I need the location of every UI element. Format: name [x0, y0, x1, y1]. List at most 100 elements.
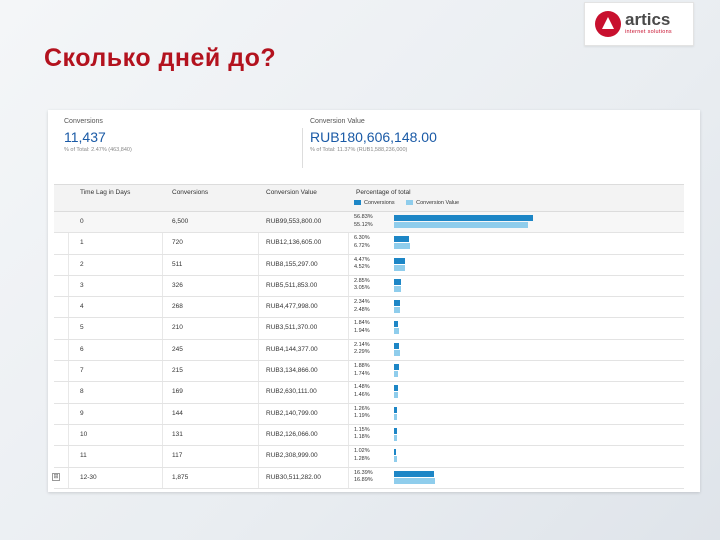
- legend-swatch-conversions: [354, 200, 361, 206]
- cell-conversions: 144: [172, 409, 183, 417]
- table-row[interactable]: 11 117 RUB2,308,999.00 1.02% 1.28%: [54, 446, 684, 468]
- table-row[interactable]: 10 131 RUB2,126,066.00 1.15% 1.18%: [54, 425, 684, 447]
- table-row[interactable]: 1 720 RUB12,136,605.00 6.30% 6.72%: [54, 233, 684, 255]
- cell-conversions: 268: [172, 303, 183, 311]
- header-time-lag[interactable]: Time Lag in Days: [80, 189, 130, 196]
- bar-conversion-value: [394, 456, 398, 463]
- conversions-title: Conversions: [64, 118, 103, 125]
- bar-conversions: [394, 364, 399, 371]
- pct-conversion-value: 1.19%: [354, 413, 370, 420]
- cell-conversions: 1,875: [172, 473, 189, 481]
- table-header: Time Lag in Days Conversions Conversion …: [54, 184, 684, 212]
- conversion-value-subtext: % of Total: 11.37% (RUB1,588,236,000): [310, 147, 408, 153]
- summary-scorecards: Conversions 11,437 % of Total: 2.47% (46…: [48, 110, 700, 178]
- conversion-value-title: Conversion Value: [310, 118, 365, 125]
- cell-time-lag: 4: [80, 303, 84, 311]
- header-percentage[interactable]: Percentage of total: [356, 189, 411, 196]
- cell-time-lag: 1: [80, 239, 84, 247]
- cell-time-lag: 7: [80, 367, 84, 375]
- conversions-value: 11,437: [64, 129, 106, 145]
- bar-conversion-value: [394, 477, 436, 484]
- cell-time-lag: 6: [80, 345, 84, 353]
- cell-percentages: 1.15% 1.18%: [354, 427, 370, 442]
- cell-time-lag: 11: [80, 452, 87, 460]
- table-row[interactable]: 8 169 RUB2,630,111.00 1.48% 1.46%: [54, 382, 684, 404]
- bar-conversion-value: [394, 413, 397, 420]
- pct-conversion-value: 4.52%: [354, 264, 370, 271]
- cell-percentages: 4.47% 4.52%: [354, 257, 370, 272]
- logo-name: artics: [625, 10, 671, 29]
- bar-conversion-value: [394, 349, 400, 356]
- cell-percentages: 1.48% 1.46%: [354, 384, 370, 399]
- cell-percentages: 1.88% 1.74%: [354, 363, 370, 378]
- cell-time-lag: 9: [80, 409, 84, 417]
- pct-conversions: 2.14%: [354, 341, 370, 348]
- bar-conversion-value: [394, 392, 398, 399]
- table-row[interactable]: ⊞ 12-30 1,875 RUB30,511,282.00 16.39% 16.89%: [52, 468, 684, 489]
- pct-conversion-value: 55.12%: [354, 221, 373, 228]
- pct-conversions: 2.85%: [354, 277, 370, 284]
- cell-conversion-value: RUB3,511,370.00: [266, 324, 318, 332]
- cell-conversion-value: RUB2,630,111.00: [266, 388, 317, 396]
- table-row[interactable]: 5 210 RUB3,511,370.00 1.84% 1.94%: [54, 318, 684, 340]
- cell-conversions: 215: [172, 367, 183, 375]
- bar-conversion-value: [394, 285, 402, 292]
- table-row[interactable]: 0 6,500 RUB99,553,800.00 56.83% 55.12%: [54, 212, 684, 234]
- pct-conversion-value: 1.18%: [354, 434, 370, 441]
- cell-conversions: 326: [172, 281, 183, 289]
- cell-percentages: 1.84% 1.94%: [354, 320, 370, 335]
- cell-conversion-value: RUB30,511,282.00: [266, 473, 321, 481]
- bar-conversions: [394, 342, 400, 349]
- pct-conversion-value: 1.46%: [354, 391, 370, 398]
- cell-percentages: 1.26% 1.19%: [354, 406, 370, 421]
- pct-conversions: 1.84%: [354, 320, 370, 327]
- cell-conversion-value: RUB99,553,800.00: [266, 218, 322, 225]
- bar-conversions: [394, 427, 397, 434]
- cell-conversions: 210: [172, 324, 183, 332]
- bar-conversion-value: [394, 328, 399, 335]
- bar-conversion-value: [394, 222, 529, 228]
- pct-conversions: 1.48%: [354, 384, 370, 391]
- bar-conversions: [394, 236, 410, 243]
- table-row[interactable]: 7 215 RUB3,134,866.00 1.88% 1.74%: [54, 361, 684, 383]
- cell-conversion-value: RUB5,511,853.00: [266, 281, 318, 289]
- table-row[interactable]: 9 144 RUB2,140,799.00 1.26% 1.19%: [54, 404, 684, 425]
- conversions-scorecard[interactable]: Conversions 11,437 % of Total: 2.47% (46…: [64, 118, 132, 153]
- cell-percentages: 1.02% 1.28%: [354, 448, 370, 463]
- cell-conversion-value: RUB2,308,999.00: [266, 452, 318, 460]
- slide-title: Сколько дней до?: [44, 44, 277, 72]
- cell-time-lag: 12-30: [80, 473, 97, 481]
- analytics-report: Conversions 11,437 % of Total: 2.47% (46…: [48, 110, 700, 492]
- table-row[interactable]: 2 511 RUB8,155,297.00 4.47% 4.52%: [54, 255, 684, 276]
- expand-row-icon[interactable]: ⊞: [52, 472, 60, 481]
- bar-conversions: [394, 449, 397, 456]
- table-row[interactable]: 6 245 RUB4,144,377.00 2.14% 2.29%: [54, 340, 684, 362]
- cell-conversion-value: RUB3,134,866.00: [266, 367, 318, 375]
- cell-conversions: 169: [172, 388, 183, 396]
- pct-conversion-value: 1.94%: [354, 327, 370, 334]
- table-row[interactable]: 3 326 RUB5,511,853.00 2.85% 3.05%: [54, 276, 684, 298]
- bar-conversion-value: [394, 243, 411, 250]
- cell-conversions: 511: [172, 260, 183, 268]
- pct-conversion-value: 2.29%: [354, 349, 370, 356]
- bar-conversions: [394, 406, 398, 413]
- bar-conversions: [394, 278, 401, 285]
- table-row[interactable]: 4 268 RUB4,477,998.00 2.34% 2.48%: [54, 297, 684, 319]
- conversion-value-scorecard[interactable]: Conversion Value RUB180,606,148.00 % of …: [310, 118, 437, 153]
- cell-time-lag: 8: [80, 388, 84, 396]
- bar-conversions: [394, 321, 399, 328]
- header-conversions[interactable]: Conversions: [172, 189, 208, 196]
- scorecard-divider: [302, 128, 303, 168]
- pct-conversions: 56.83%: [354, 214, 373, 220]
- logo-tagline: internet solutions: [625, 29, 672, 35]
- pct-conversions: 1.88%: [354, 363, 370, 370]
- cell-conversion-value: RUB4,144,377.00: [266, 345, 318, 353]
- legend-swatch-conversion-value: [406, 200, 414, 206]
- bar-conversion-value: [394, 371, 399, 378]
- cell-conversions: 6,500: [172, 218, 189, 225]
- header-conversion-value[interactable]: Conversion Value: [266, 189, 317, 196]
- pct-conversions: 1.02%: [354, 448, 370, 455]
- bar-conversion-value: [394, 264, 406, 271]
- pct-conversions: 16.39%: [354, 469, 373, 476]
- cell-percentages: 56.83% 55.12%: [354, 214, 373, 229]
